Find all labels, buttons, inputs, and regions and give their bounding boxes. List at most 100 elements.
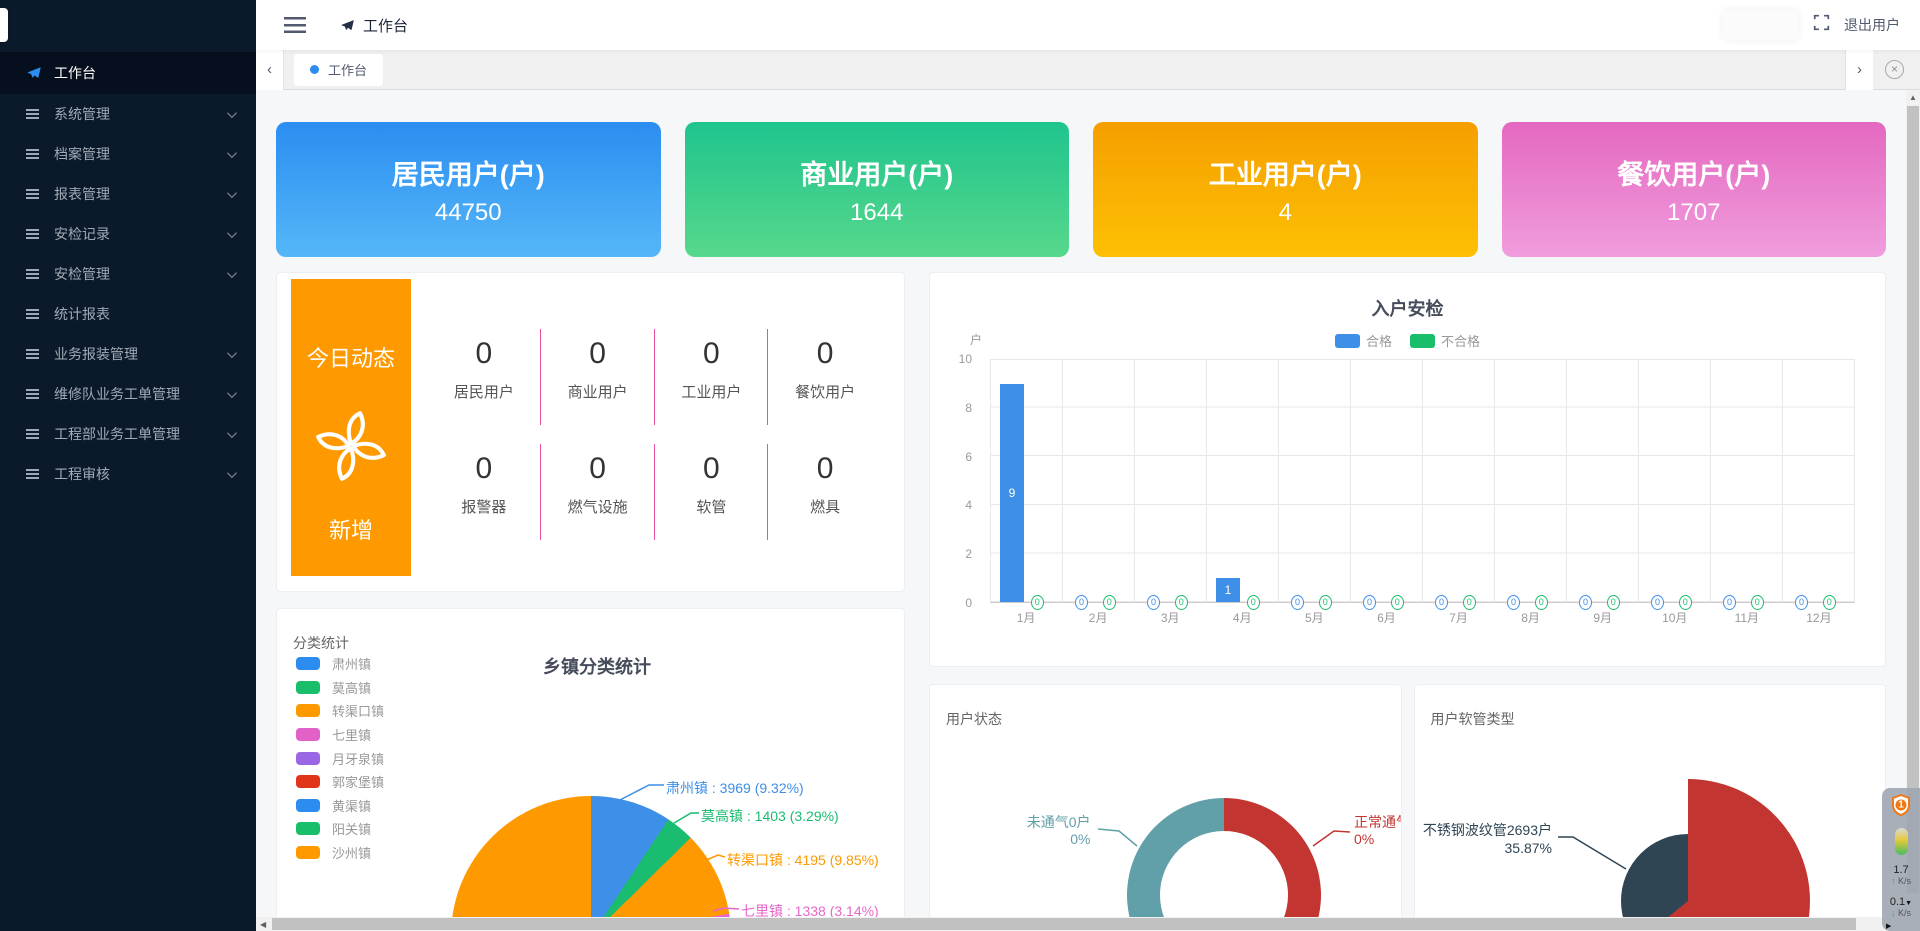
chevron-down-icon (227, 228, 237, 238)
sidebar-item[interactable]: 安检管理 (0, 254, 256, 294)
today-stat-label: 工业用户 (655, 381, 769, 402)
legend-item[interactable]: 郭家堡镇 (296, 770, 384, 794)
horizontal-scrollbar[interactable]: ◀ (256, 917, 1920, 931)
user-status-panel: 用户状态 未通气0户 0% 正常通气0户 0% (929, 684, 1402, 917)
stat-card-label: 工业用户(户) (1209, 153, 1362, 192)
shield-badge-icon[interactable]: 1 (1891, 794, 1911, 816)
upload-speed: 1.7 (1893, 865, 1908, 876)
stat-card-value: 1707 (1667, 199, 1720, 227)
bar-month-cell: 00 (1566, 360, 1638, 602)
pie-slice-label: 肃州镇 : 3969 (9.32%) (666, 778, 804, 798)
stat-card[interactable]: 居民用户(户) 44750 (276, 122, 661, 257)
legend-item[interactable]: 肃州镇 (296, 652, 384, 676)
slice-percent: 35.87% (1423, 840, 1552, 858)
bar-month-cell: 00 (1494, 360, 1566, 602)
horizontal-scroll-thumb[interactable] (272, 918, 1856, 930)
today-stat-value: 0 (655, 452, 769, 486)
scroll-left-icon[interactable]: ◀ (260, 920, 266, 929)
legend-item[interactable]: 合格 (1335, 331, 1392, 350)
page-title: 工作台 (340, 15, 408, 36)
sidebar-item-label: 安检管理 (54, 264, 110, 284)
town-legend-title: 分类统计 (293, 633, 349, 653)
sidebar-item[interactable]: 统计报表 (0, 294, 256, 334)
user-status-title: 用户状态 (946, 709, 1002, 729)
stat-card-label: 商业用户(户) (800, 153, 953, 192)
tab-label: 工作台 (328, 60, 367, 79)
sidebar-item-label: 安检记录 (54, 224, 110, 244)
legend-label: 转渠口镇 (332, 701, 384, 720)
stat-card[interactable]: 餐饮用户(户) 1707 (1502, 122, 1887, 257)
sidebar-item[interactable]: 工作台 (0, 52, 256, 94)
legend-label: 月牙泉镇 (332, 749, 384, 768)
legend-swatch (1335, 334, 1360, 348)
legend-item[interactable]: 沙州镇 (296, 841, 384, 865)
legend-swatch (296, 775, 320, 788)
tab-workbench[interactable]: 工作台 (294, 54, 383, 86)
today-stat-label: 餐饮用户 (768, 381, 882, 402)
today-stat-value: 0 (768, 452, 882, 486)
slice-label: 正常通气0户 (1354, 814, 1402, 831)
legend-label: 阳关镇 (332, 819, 371, 838)
slice-label: 不锈钢波纹管2693户 (1423, 822, 1552, 840)
stat-cards-row: 居民用户(户) 44750 商业用户(户) 1644 工业用户(户) 4 餐饮用… (276, 122, 1886, 257)
username-blurred[interactable] (1723, 10, 1799, 40)
hamburger-menu-icon[interactable] (284, 17, 306, 33)
stat-card[interactable]: 商业用户(户) 1644 (685, 122, 1070, 257)
today-stat-label: 商业用户 (541, 381, 655, 402)
today-action-label: 新增 (329, 513, 373, 545)
legend-item[interactable]: 月牙泉镇 (296, 746, 384, 770)
bar-month-cell: 90 (990, 360, 1062, 602)
legend-item[interactable]: 莫高镇 (296, 676, 384, 700)
legend-swatch (296, 822, 320, 835)
fullscreen-icon[interactable] (1813, 14, 1830, 36)
town-legend: 肃州镇 莫高镇 转渠口镇 (296, 652, 384, 864)
legend-swatch (1410, 334, 1435, 348)
speed-monitor-widget[interactable]: 1 1.7 ↑ K/s 0.1▼ ↓ K/s ▶ (1882, 788, 1920, 931)
inspection-yaxis: 0246810 (930, 359, 982, 603)
tab-close-icon[interactable]: × (1885, 60, 1904, 79)
today-stat-label: 燃气设施 (541, 496, 655, 517)
battery-capsule-icon[interactable] (1895, 828, 1908, 855)
legend-item[interactable]: 不合格 (1410, 331, 1480, 350)
sidebar-item[interactable]: 报表管理 (0, 174, 256, 214)
scroll-up-icon[interactable]: ▲ (1909, 93, 1917, 102)
legend-item[interactable]: 黄渠镇 (296, 794, 384, 818)
legend-item[interactable]: 七里镇 (296, 723, 384, 747)
sidebar-item-label: 工作台 (54, 63, 96, 83)
today-stat-cell: 0 报警器 (427, 436, 541, 551)
sidebar-item[interactable]: 档案管理 (0, 134, 256, 174)
upload-unit: ↑ K/s (1891, 876, 1911, 887)
stat-card-value: 4 (1279, 199, 1292, 227)
tab-scroll-left-icon[interactable]: ‹ (256, 50, 284, 90)
sidebar-item[interactable]: 工程部业务工单管理 (0, 414, 256, 454)
legend-swatch (296, 752, 320, 765)
menu-bars-icon (26, 109, 42, 119)
menu-bars-icon (26, 269, 42, 279)
stat-card[interactable]: 工业用户(户) 4 (1093, 122, 1478, 257)
chevron-down-icon (227, 468, 237, 478)
sidebar-item[interactable]: 维修队业务工单管理 (0, 374, 256, 414)
sidebar-item[interactable]: 业务报装管理 (0, 334, 256, 374)
sidebar-item-label: 统计报表 (54, 304, 110, 324)
inspection-panel: 入户安检 合格 不合格 户 0246810 (929, 272, 1886, 667)
vertical-scroll-thumb[interactable] (1907, 106, 1919, 893)
logout-button[interactable]: 退出用户 (1844, 15, 1900, 35)
sidebar-item[interactable]: 安检记录 (0, 214, 256, 254)
legend-item[interactable]: 转渠口镇 (296, 699, 384, 723)
tab-scroll-right-icon[interactable]: › (1845, 50, 1873, 90)
bar-month-cell: 00 (1350, 360, 1422, 602)
bar-month-cell: 00 (1710, 360, 1782, 602)
sidebar-item-label: 档案管理 (54, 144, 110, 164)
slice-label: 未通气0户 (1027, 814, 1091, 831)
sidebar-item[interactable]: 工程审核 (0, 454, 256, 494)
today-stat-cell: 0 软管 (655, 436, 769, 551)
sidebar-item[interactable]: 系统管理 (0, 94, 256, 134)
legend-swatch (296, 657, 320, 670)
chevron-down-icon (227, 428, 237, 438)
legend-item[interactable]: 阳关镇 (296, 817, 384, 841)
sidebar-item-label: 系统管理 (54, 104, 110, 124)
bar-month-cell: 00 (1638, 360, 1710, 602)
y-axis-unit: 户 (970, 331, 982, 348)
chevron-down-icon (227, 108, 237, 118)
menu-bars-icon (26, 309, 42, 319)
